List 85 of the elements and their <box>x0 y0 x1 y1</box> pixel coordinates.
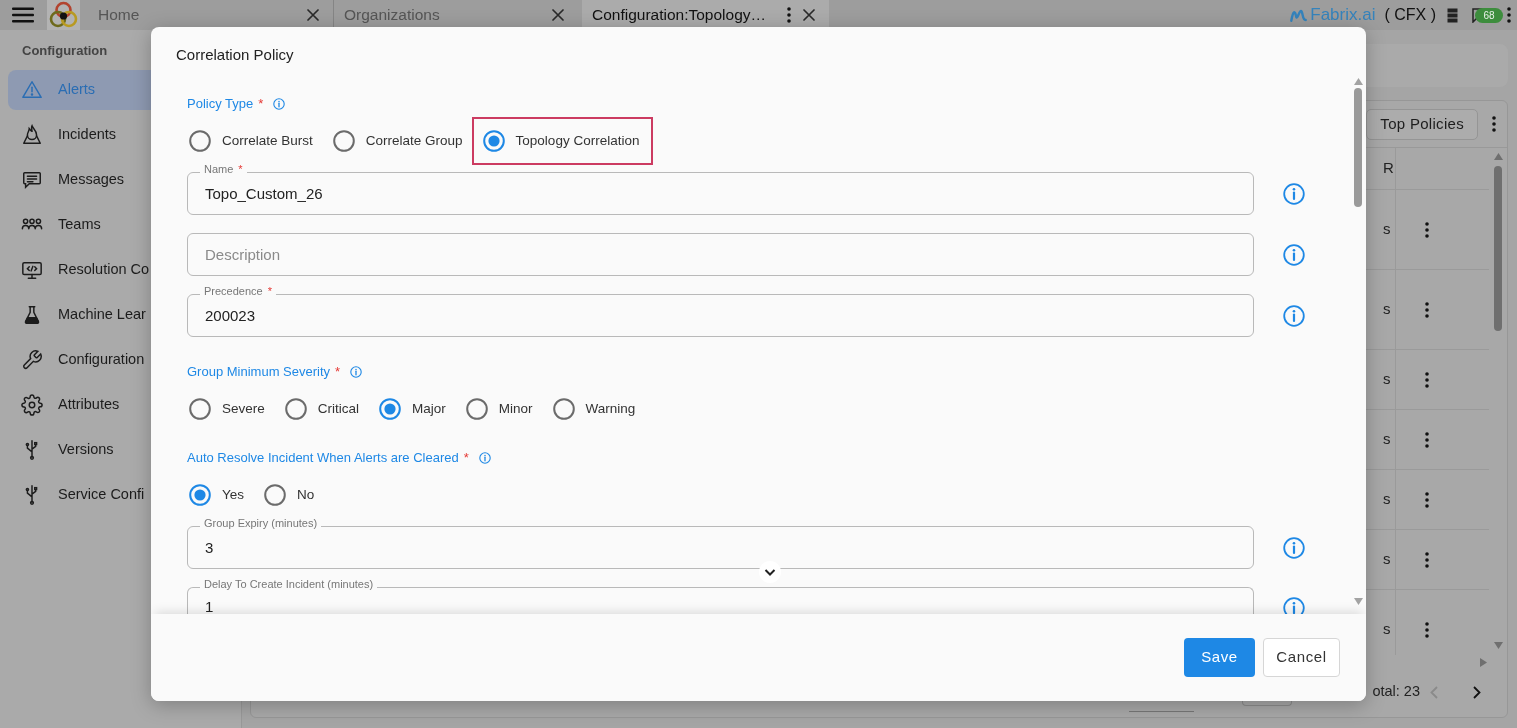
table-cell: s <box>1377 190 1396 269</box>
info-icon[interactable] <box>1283 536 1305 559</box>
radio-icon[interactable] <box>189 130 211 152</box>
scrollbar-thumb[interactable] <box>1354 88 1362 207</box>
brand-name: Fabrix.ai <box>1310 4 1376 27</box>
radio-icon[interactable] <box>332 130 355 152</box>
group-label: Group Minimum Severity <box>187 363 331 382</box>
close-icon[interactable] <box>307 9 319 21</box>
field-label: Precedence <box>204 285 263 297</box>
more-icon[interactable] <box>1425 221 1429 238</box>
input-field[interactable]: Topo_Custom_26 <box>187 172 1254 215</box>
info-icon[interactable] <box>478 452 491 464</box>
close-icon[interactable] <box>552 9 564 21</box>
wrench-icon <box>21 349 43 371</box>
tab[interactable]: Configuration:Topology… <box>582 0 829 30</box>
flame-icon <box>21 124 43 146</box>
message-icon <box>21 169 43 191</box>
input-field[interactable]: 200023 <box>187 294 1254 337</box>
info-icon[interactable] <box>273 98 286 110</box>
radio-option[interactable]: No <box>264 481 315 509</box>
radio-option[interactable]: Topology Correlation <box>482 127 640 155</box>
more-icon[interactable] <box>1492 116 1496 132</box>
required-mark: * <box>238 163 243 175</box>
wave-logo-icon <box>1290 8 1308 22</box>
server-icon[interactable] <box>1447 7 1458 23</box>
gear-icon <box>21 394 43 416</box>
required-mark: * <box>335 363 341 382</box>
column-header: R <box>1377 148 1396 189</box>
field-label: Group Expiry (minutes) <box>204 517 318 529</box>
cancel-button[interactable]: Cancel <box>1263 638 1340 677</box>
more-icon[interactable] <box>1425 621 1429 638</box>
field-label: Delay To Create Incident (minutes) <box>204 578 374 590</box>
total-count: otal: 23 <box>1372 682 1420 702</box>
dialog-title: Correlation Policy <box>176 46 294 63</box>
radio-option[interactable]: Severe <box>189 395 265 423</box>
tenant-label: ( CFX ) <box>1384 5 1436 25</box>
chevron-right-icon[interactable] <box>1473 685 1481 699</box>
required-mark: * <box>463 449 469 468</box>
table-cell: s <box>1377 530 1396 589</box>
radio-icon[interactable] <box>379 398 402 420</box>
radio-option[interactable]: Yes <box>189 481 245 509</box>
radio-option[interactable]: Minor <box>465 395 533 423</box>
group-label: Auto Resolve Incident When Alerts are Cleared <box>187 449 459 468</box>
radio-icon[interactable] <box>189 484 211 506</box>
more-icon[interactable] <box>1425 371 1429 388</box>
radio-option[interactable]: Correlate Burst <box>189 127 313 155</box>
info-icon[interactable] <box>1283 304 1305 327</box>
close-icon[interactable] <box>803 9 815 21</box>
table-cell: s <box>1377 590 1396 655</box>
more-icon[interactable] <box>1425 431 1429 448</box>
more-icon[interactable] <box>1425 491 1429 508</box>
more-icon[interactable] <box>1425 301 1429 318</box>
radio-icon[interactable] <box>189 398 211 420</box>
notification-badge: 68 <box>1475 7 1503 23</box>
save-button[interactable]: Save <box>1184 638 1255 677</box>
radio-icon[interactable] <box>552 398 575 420</box>
required-mark: * <box>267 285 272 297</box>
top-policies-button[interactable]: Top Policies <box>1366 108 1478 140</box>
section-heading: Configuration <box>22 43 108 58</box>
warning-icon <box>21 79 43 101</box>
required-mark: * <box>258 95 264 114</box>
monitor-icon <box>21 259 43 281</box>
radio-option[interactable]: Correlate Group <box>332 127 463 155</box>
menu-icon[interactable] <box>12 7 34 23</box>
info-icon[interactable] <box>350 366 363 378</box>
radio-icon[interactable] <box>284 398 307 420</box>
info-icon[interactable] <box>1283 182 1305 205</box>
radio-option[interactable]: Major <box>379 395 446 423</box>
more-icon[interactable] <box>787 7 791 23</box>
radio-icon[interactable] <box>264 484 287 506</box>
table-cell: s <box>1377 410 1396 469</box>
table-cell: s <box>1377 350 1396 409</box>
field-label: Name <box>204 163 234 175</box>
table-cell: s <box>1377 270 1396 349</box>
radio-icon[interactable] <box>482 130 505 152</box>
input-field[interactable]: Description <box>187 233 1254 276</box>
radio-icon[interactable] <box>465 398 488 420</box>
scrollbar-thumb[interactable] <box>1494 166 1502 331</box>
table-cell: s <box>1377 470 1396 529</box>
more-icon[interactable] <box>1425 551 1429 568</box>
more-icon[interactable] <box>1507 7 1511 23</box>
radio-option[interactable]: Warning <box>552 395 636 423</box>
info-icon[interactable] <box>1283 597 1305 614</box>
radio-option[interactable]: Critical <box>284 395 360 423</box>
info-icon[interactable] <box>1283 243 1305 266</box>
